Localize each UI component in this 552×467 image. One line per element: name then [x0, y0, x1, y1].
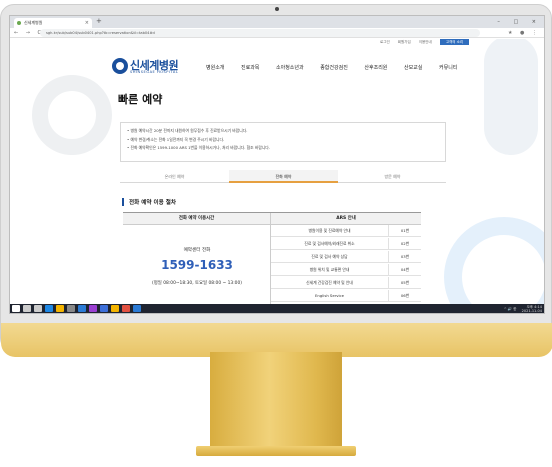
center-label: 예약센터 전화: [183, 248, 211, 253]
ars-label: 진료 및 검사 예약 상담: [271, 251, 389, 263]
main-navigation: 병원소개 진료과목 소아청소년과 종합건강검진 산후조리원 산모교실 커뮤니티: [206, 64, 472, 71]
app-blue-icon[interactable]: [100, 305, 108, 312]
nav-item-pediatrics[interactable]: 소아청소년과: [276, 65, 304, 71]
table-row: 진료 및 검사 예약 상담 03번: [271, 251, 421, 263]
table-row: 신세계 건강검진 예약 및 안내 05번: [271, 277, 421, 289]
app-blue2-icon[interactable]: [133, 305, 141, 312]
close-tab-icon[interactable]: ×: [85, 18, 89, 28]
decorative-pill: [484, 39, 538, 155]
address-bar-row: ← → C sgh.kr/sub/sub04/sub0401.php?tb=re…: [10, 28, 544, 38]
browser-tab-bar: 신세계병원 × + – □ ×: [10, 16, 544, 28]
ars-label: 진료 및 검사예약/외래진료 취소: [271, 238, 389, 250]
table-header-hours: 전화 예약 이용시간: [123, 213, 271, 225]
ars-label: 병원 위치 및 교통편 안내: [271, 264, 389, 276]
phone-number[interactable]: 1599-1633: [123, 258, 271, 272]
ars-number: 06번: [400, 293, 410, 298]
favicon-icon: [17, 21, 21, 25]
search-icon[interactable]: [23, 305, 31, 312]
file-explorer-icon[interactable]: [56, 305, 64, 312]
util-link-join[interactable]: 회원가입: [398, 40, 411, 44]
tab-visit[interactable]: 방문 예약: [338, 170, 447, 183]
task-view-icon[interactable]: [34, 305, 42, 312]
ars-number: 02번: [400, 241, 410, 246]
operating-hours: (평일 08:00~18:30, 토요일 08:00 ~ 13:00): [152, 281, 242, 286]
table-row: English Service 06번: [271, 290, 421, 302]
tab-online[interactable]: 온라인 예약: [120, 170, 229, 183]
nav-item-about[interactable]: 병원소개: [206, 65, 224, 71]
camera: [275, 7, 279, 11]
site-logo[interactable]: 신세계병원 SHINSEGAE HOSPITAL: [112, 57, 202, 81]
url-input[interactable]: sgh.kr/sub/sub04/sub0401.php?tb=reservat…: [40, 29, 480, 37]
page-title: 빠른 예약: [118, 93, 163, 106]
notice-line: 전화 예약확인은 1599-1000 ARS 1번을 이용하시거나, 처리 바랍…: [127, 144, 439, 153]
browser-tab-title: 신세계병원: [24, 20, 43, 25]
windows-taskbar: ^ 🔊 한 오후 4:14 2021-11-04: [10, 304, 544, 314]
reservation-center-cell: 예약센터 전화 1599-1633 (평일 08:00~18:30, 토요일 0…: [123, 225, 271, 304]
clock-time: 오후 4:14: [526, 304, 542, 309]
nav-item-postpartum[interactable]: 산후조리원: [364, 65, 387, 71]
extension-icons[interactable]: ★ ● ⋮: [508, 28, 540, 38]
tray-icons[interactable]: ^ 🔊 한: [504, 307, 517, 311]
table-header-ars: ARS 안내: [271, 213, 421, 225]
utility-links: 로그인 회원가입 이용안내 고객의 소리: [380, 39, 476, 45]
logo-mark-icon: [112, 58, 128, 74]
nav-item-departments[interactable]: 진료과목: [241, 65, 259, 71]
new-tab-button[interactable]: +: [96, 17, 102, 25]
taskbar-clock[interactable]: 오후 4:14 2021-11-04: [522, 305, 542, 314]
tab-phone[interactable]: 전화 예약: [229, 170, 338, 183]
app-yellow-icon[interactable]: [111, 305, 119, 312]
browser-tab[interactable]: 신세계병원 ×: [14, 18, 92, 28]
util-link-voice[interactable]: 고객의 소리: [439, 39, 470, 45]
ars-label: English Service: [271, 290, 389, 302]
imac-monitor: 신세계병원 × + – □ × ← → C sgh.kr/sub/sub04/s…: [0, 4, 552, 357]
decorative-circle: [32, 75, 112, 155]
ars-number: 03번: [400, 254, 410, 259]
windows-start-icon[interactable]: [12, 305, 20, 312]
notice-line: 병원 예약시간 20분 전까지 내원하여 원무접수 후 진료받으시기 바랍니다.: [127, 127, 439, 136]
edge-icon[interactable]: [45, 305, 53, 312]
notice-box: 병원 예약시간 20분 전까지 내원하여 원무접수 후 진료받으시기 바랍니다.…: [120, 122, 446, 162]
taskbar-icons: [12, 305, 144, 313]
screen: 신세계병원 × + – □ × ← → C sgh.kr/sub/sub04/s…: [9, 15, 545, 314]
clock-date: 2021-11-04: [521, 309, 542, 313]
util-link-guide[interactable]: 이용안내: [419, 40, 432, 44]
decorative-circle: [444, 217, 544, 304]
reservation-tabs: 온라인 예약 전화 예약 방문 예약: [120, 170, 446, 183]
camera-indicator: [284, 8, 290, 23]
table-row: 병원이용 및 진료예약 안내 01번: [271, 225, 421, 237]
ars-number: 01번: [400, 228, 410, 233]
chrome-icon[interactable]: [122, 305, 130, 312]
ars-label: 병원이용 및 진료예약 안내: [271, 225, 389, 237]
nav-item-checkup[interactable]: 종합건강검진: [320, 65, 348, 71]
nav-item-class[interactable]: 산모교실: [404, 65, 422, 71]
vscode-icon[interactable]: [78, 305, 86, 312]
monitor-foot: [196, 446, 356, 456]
system-tray: ^ 🔊 한 오후 4:14 2021-11-04: [504, 304, 542, 314]
ars-number: 04번: [400, 267, 410, 272]
logo-subtext: SHINSEGAE HOSPITAL: [130, 70, 179, 74]
ars-label: 신세계 건강검진 예약 및 안내: [271, 277, 389, 289]
web-page: 로그인 회원가입 이용안내 고객의 소리 신세계병원 SHINSEGAE HOS…: [10, 39, 544, 304]
monitor-stand: [210, 352, 342, 447]
ars-number: 05번: [400, 280, 410, 285]
table-row: 진료 및 검사예약/외래진료 취소 02번: [271, 238, 421, 250]
app-purple-icon[interactable]: [89, 305, 97, 312]
util-link-login[interactable]: 로그인: [380, 40, 390, 44]
store-icon[interactable]: [67, 305, 75, 312]
window-controls[interactable]: – □ ×: [497, 16, 542, 28]
nav-item-community[interactable]: 커뮤니티: [439, 65, 457, 71]
phone-reservation-table: 전화 예약 이용시간 ARS 안내 예약센터 전화 1599-1633 (평일 …: [123, 212, 421, 304]
table-row: 병원 위치 및 교통편 안내 04번: [271, 264, 421, 276]
section-title: 전화 예약 이용 절차: [122, 198, 176, 206]
notice-line: 예약 변경/취소는 전화 1일전까지 꼭 변경 주시기 바랍니다.: [127, 136, 439, 145]
